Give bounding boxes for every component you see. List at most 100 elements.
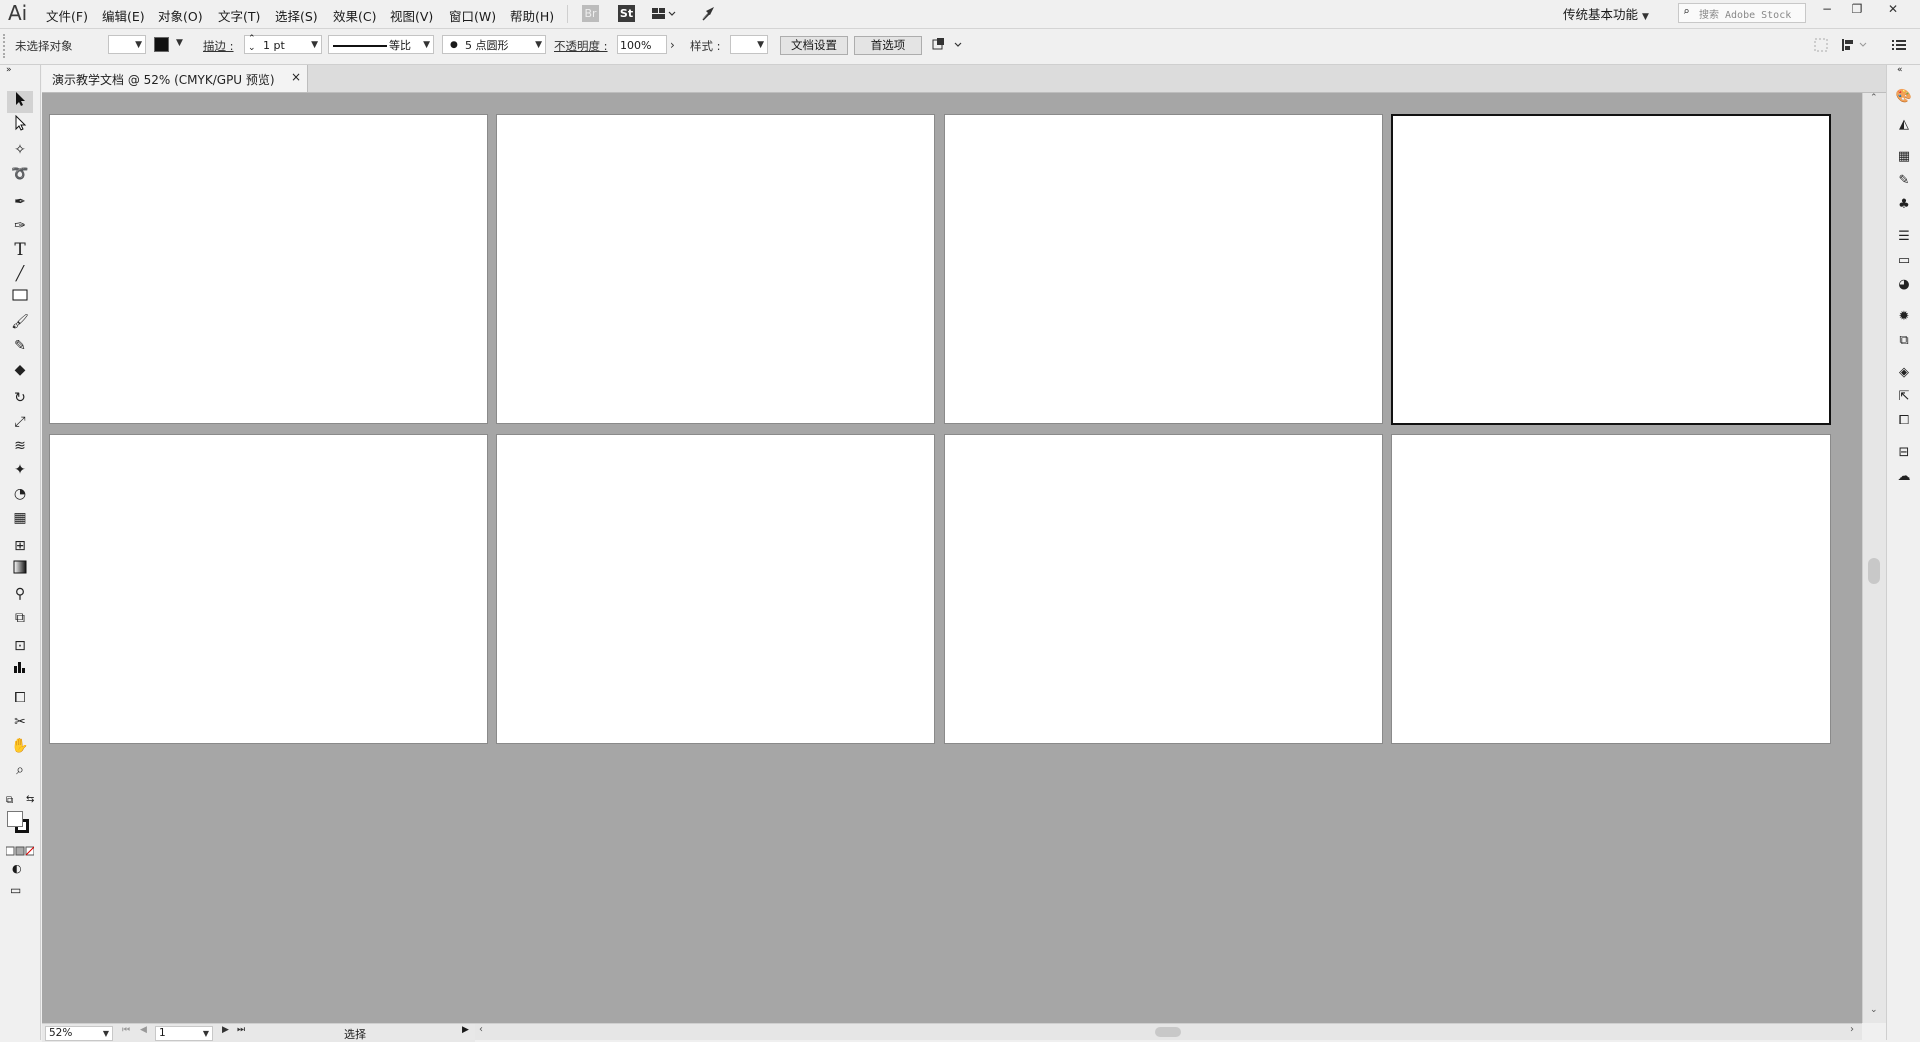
minimize-button[interactable]: −: [1814, 0, 1840, 18]
horizontal-scrollbar[interactable]: ‹ ›: [475, 1023, 1862, 1040]
color-panel-icon[interactable]: 🎨: [1893, 87, 1915, 107]
hand-tool-icon[interactable]: ✋: [7, 735, 33, 757]
arrange-documents-icon[interactable]: [651, 5, 677, 22]
canvas[interactable]: [42, 93, 1862, 1023]
menu-effect[interactable]: 效果(C): [333, 6, 376, 25]
menu-edit[interactable]: 编辑(E): [102, 6, 145, 25]
preferences-button[interactable]: 首选项: [854, 36, 922, 55]
column-graph-tool-icon[interactable]: [7, 659, 33, 681]
creative-cloud-panel-icon[interactable]: ☁: [1893, 467, 1915, 487]
screen-mode-icon[interactable]: ▭: [10, 883, 21, 897]
document-tab[interactable]: 演示教学文档 @ 52% (CMYK/GPU 预览) ×: [42, 65, 308, 92]
next-artboard-icon[interactable]: ▶: [222, 1025, 229, 1035]
menu-file[interactable]: 文件(F): [46, 6, 88, 25]
gradient-tool-icon[interactable]: [7, 559, 33, 581]
scale-tool-icon[interactable]: ⤢: [7, 411, 33, 433]
restore-button[interactable]: ❐: [1844, 0, 1870, 18]
close-window-button[interactable]: ✕: [1880, 0, 1906, 18]
artboard-2[interactable]: [496, 114, 935, 424]
arrange-objects-icon[interactable]: [931, 36, 965, 54]
scroll-down-icon[interactable]: ⌄: [1870, 1005, 1878, 1015]
color-mode-icons[interactable]: [5, 845, 35, 856]
artboard-4-active[interactable]: [1391, 114, 1831, 425]
swap-colors-icon[interactable]: ⇆: [26, 794, 34, 805]
appearance-panel-icon[interactable]: ✹: [1893, 307, 1915, 327]
pen-tool-icon[interactable]: ✒: [7, 191, 33, 213]
scroll-up-icon[interactable]: ⌃: [1870, 93, 1878, 103]
asset-export-panel-icon[interactable]: ⇱: [1893, 387, 1915, 407]
shaper-tool-icon[interactable]: ✎: [7, 335, 33, 357]
brush-definition-dropdown[interactable]: ● 5 点圆形 ▼: [442, 35, 546, 54]
layers-panel-icon[interactable]: ◈: [1893, 363, 1915, 383]
fill-color-dropdown[interactable]: ▼: [108, 35, 146, 54]
artboard-7[interactable]: [944, 434, 1383, 744]
mesh-tool-icon[interactable]: ⊞: [7, 535, 33, 557]
slice-tool-icon[interactable]: ✂: [7, 711, 33, 733]
color-guide-panel-icon[interactable]: ◭: [1893, 115, 1915, 135]
rectangle-tool-icon[interactable]: [7, 287, 33, 309]
artboard-number-dropdown[interactable]: 1 ▼: [155, 1026, 213, 1041]
direct-selection-tool-icon[interactable]: [7, 114, 33, 137]
menu-window[interactable]: 窗口(W): [449, 6, 496, 25]
menu-type[interactable]: 文字(T): [218, 6, 260, 25]
symbol-sprayer-tool-icon[interactable]: ⊡: [7, 635, 33, 657]
stepper-icon[interactable]: ⌃ ⌄: [248, 35, 256, 53]
graphic-styles-panel-icon[interactable]: ⧉: [1893, 331, 1915, 351]
panel-menu-icon[interactable]: [1890, 37, 1908, 53]
stroke-weight-field[interactable]: ⌃ ⌄ 1 pt ▼: [244, 35, 322, 54]
align-icon[interactable]: [1840, 37, 1870, 53]
opacity-field[interactable]: 100%: [617, 35, 667, 54]
stock-search-input[interactable]: ⌕ 搜索 Adobe Stock: [1678, 3, 1806, 23]
last-artboard-icon[interactable]: ⏭: [237, 1025, 245, 1035]
grip-handle[interactable]: [3, 34, 7, 58]
first-artboard-icon[interactable]: ⏮: [122, 1025, 130, 1035]
menu-select[interactable]: 选择(S): [275, 6, 318, 25]
stroke-color-dropdown[interactable]: ▼: [152, 36, 188, 54]
eraser-tool-icon[interactable]: ◆: [7, 359, 33, 381]
chevron-right-icon[interactable]: ›: [670, 38, 675, 52]
isolate-icon[interactable]: [1814, 38, 1828, 52]
zoom-tool-icon[interactable]: ⌕: [7, 759, 33, 781]
rotate-tool-icon[interactable]: ↻: [7, 387, 33, 409]
width-tool-icon[interactable]: ≋: [7, 435, 33, 457]
libraries-panel-icon[interactable]: ⊟: [1893, 443, 1915, 463]
gpu-performance-icon[interactable]: [700, 5, 720, 22]
bridge-icon[interactable]: Br: [582, 5, 599, 22]
symbols-panel-icon[interactable]: ♣: [1893, 195, 1915, 215]
eyedropper-tool-icon[interactable]: ⚲: [7, 583, 33, 605]
stroke-label[interactable]: 描边 :: [203, 38, 234, 54]
artboard-tool-icon[interactable]: ⧠: [7, 687, 33, 709]
shape-builder-tool-icon[interactable]: ◔: [7, 483, 33, 505]
vertical-scroll-thumb[interactable]: [1868, 558, 1880, 584]
selection-tool-icon[interactable]: [7, 91, 33, 113]
scroll-left-icon[interactable]: ‹: [479, 1024, 483, 1035]
line-tool-icon[interactable]: ╱: [7, 263, 33, 285]
document-setup-button[interactable]: 文档设置: [780, 36, 848, 55]
current-tool-status[interactable]: 选择: [344, 1026, 366, 1042]
paintbrush-tool-icon[interactable]: 🖌: [7, 311, 33, 333]
blend-tool-icon[interactable]: ⧉: [7, 607, 33, 629]
expand-panels-icon[interactable]: «: [1897, 65, 1903, 75]
magic-wand-tool-icon[interactable]: ✧: [7, 139, 33, 161]
graphic-style-dropdown[interactable]: ▼: [730, 35, 768, 54]
menu-object[interactable]: 对象(O): [158, 6, 203, 25]
drawing-mode-icon[interactable]: ◐: [12, 862, 22, 875]
lasso-tool-icon[interactable]: ➰: [7, 163, 33, 185]
gradient-panel-icon[interactable]: ▭: [1893, 251, 1915, 271]
stock-icon[interactable]: St: [618, 5, 635, 22]
artboard-1[interactable]: [49, 114, 488, 424]
status-menu-arrow-icon[interactable]: ▶: [462, 1025, 469, 1035]
opacity-label[interactable]: 不透明度 :: [554, 38, 608, 54]
menu-view[interactable]: 视图(V): [390, 6, 433, 25]
default-colors-icon[interactable]: ⧉: [6, 795, 13, 806]
fill-swatch[interactable]: [7, 811, 23, 827]
artboard-8[interactable]: [1391, 434, 1831, 744]
collapse-panel-icon[interactable]: »: [6, 65, 12, 75]
horizontal-scroll-thumb[interactable]: [1155, 1027, 1181, 1037]
puppet-warp-tool-icon[interactable]: ✦: [7, 459, 33, 481]
scroll-right-icon[interactable]: ›: [1850, 1024, 1854, 1035]
swatches-panel-icon[interactable]: ▦: [1893, 147, 1915, 167]
zoom-dropdown[interactable]: 52% ▼: [45, 1026, 113, 1041]
menu-help[interactable]: 帮助(H): [510, 6, 554, 25]
stroke-panel-icon[interactable]: ☰: [1893, 227, 1915, 247]
